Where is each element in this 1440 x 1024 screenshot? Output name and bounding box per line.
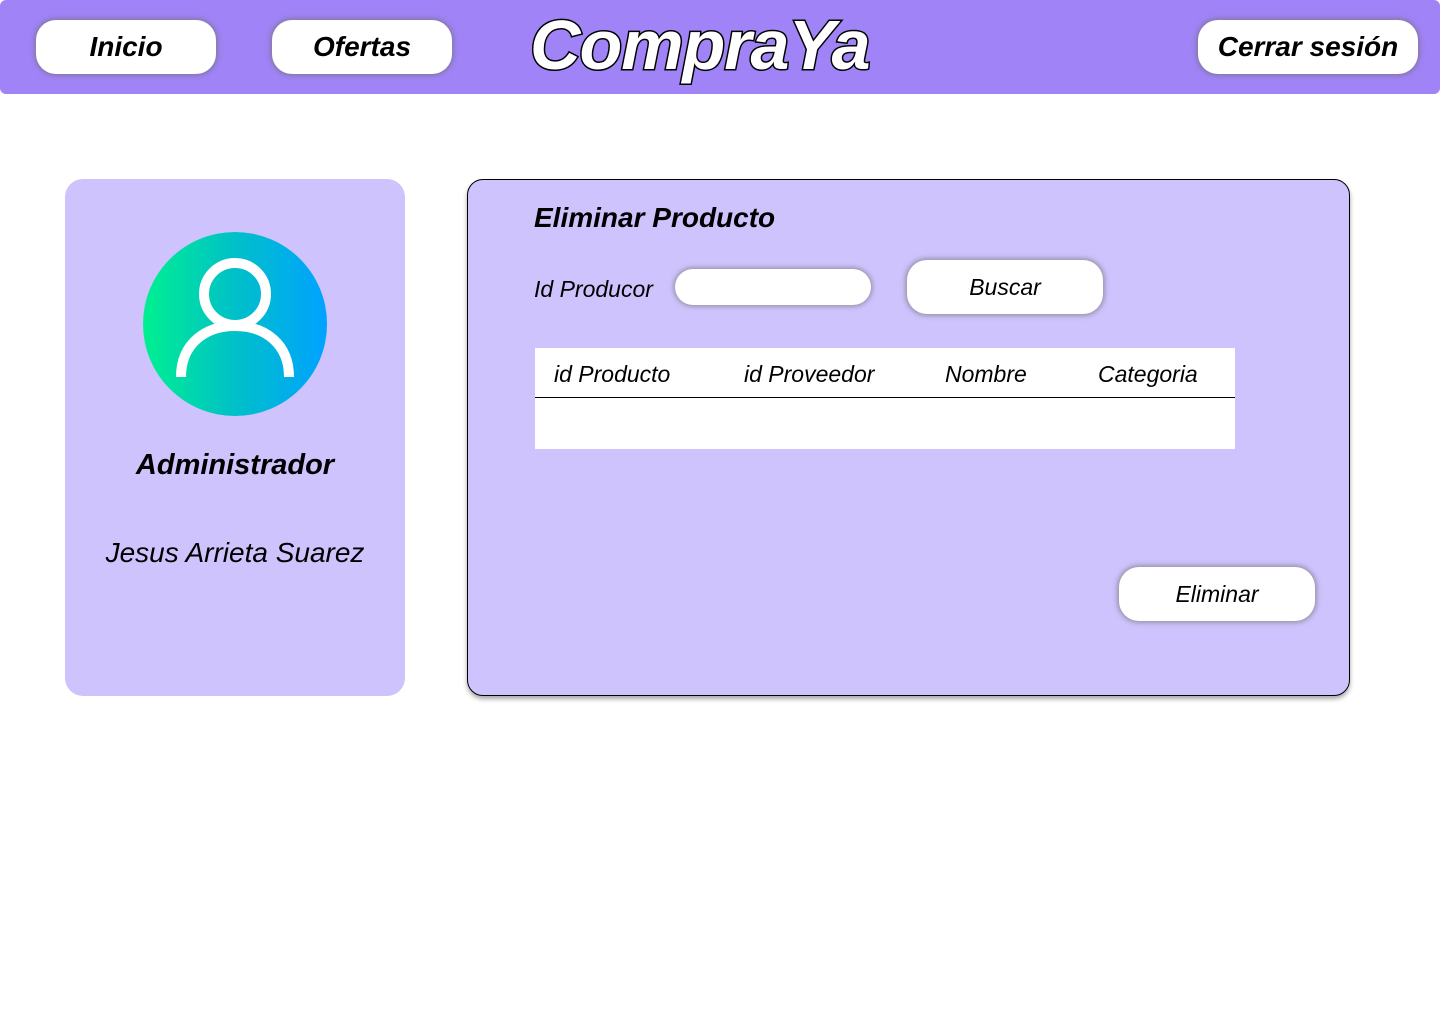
nav-ofertas-button[interactable]: Ofertas — [272, 20, 452, 74]
page: Inicio Ofertas CompraYa Cerrar sesión Ad… — [0, 0, 1440, 1024]
nav-inicio-button[interactable]: Inicio — [36, 20, 216, 74]
column-header-categoria: Categoria — [1098, 361, 1198, 387]
products-table: id Producto id Proveedor Nombre Categori… — [535, 348, 1235, 449]
column-header-nombre: Nombre — [945, 361, 1027, 387]
avatar — [143, 232, 327, 416]
user-name: Jesus Arrieta Suarez — [105, 537, 365, 568]
logout-button[interactable]: Cerrar sesión — [1198, 20, 1418, 74]
table-header-row: id Producto id Proveedor Nombre Categori… — [535, 348, 1235, 398]
user-role: Administrador — [135, 449, 335, 481]
brand-logo: CompraYa — [529, 5, 873, 86]
delete-product-panel: Eliminar Producto Id Producor Buscar id … — [467, 179, 1350, 696]
column-header-id-proveedor: id Proveedor — [744, 361, 875, 387]
top-navigation-bar: Inicio Ofertas CompraYa Cerrar sesión — [0, 0, 1440, 94]
product-id-label: Id Producor — [534, 276, 653, 302]
column-header-id-producto: id Producto — [554, 361, 671, 387]
delete-button[interactable]: Eliminar — [1119, 567, 1315, 621]
panel-title: Eliminar Producto — [534, 202, 776, 233]
product-id-input[interactable] — [675, 269, 871, 305]
profile-card: Administrador Jesus Arrieta Suarez — [65, 179, 405, 696]
table-body — [535, 398, 1235, 449]
search-button[interactable]: Buscar — [907, 260, 1103, 314]
user-icon — [176, 258, 294, 378]
